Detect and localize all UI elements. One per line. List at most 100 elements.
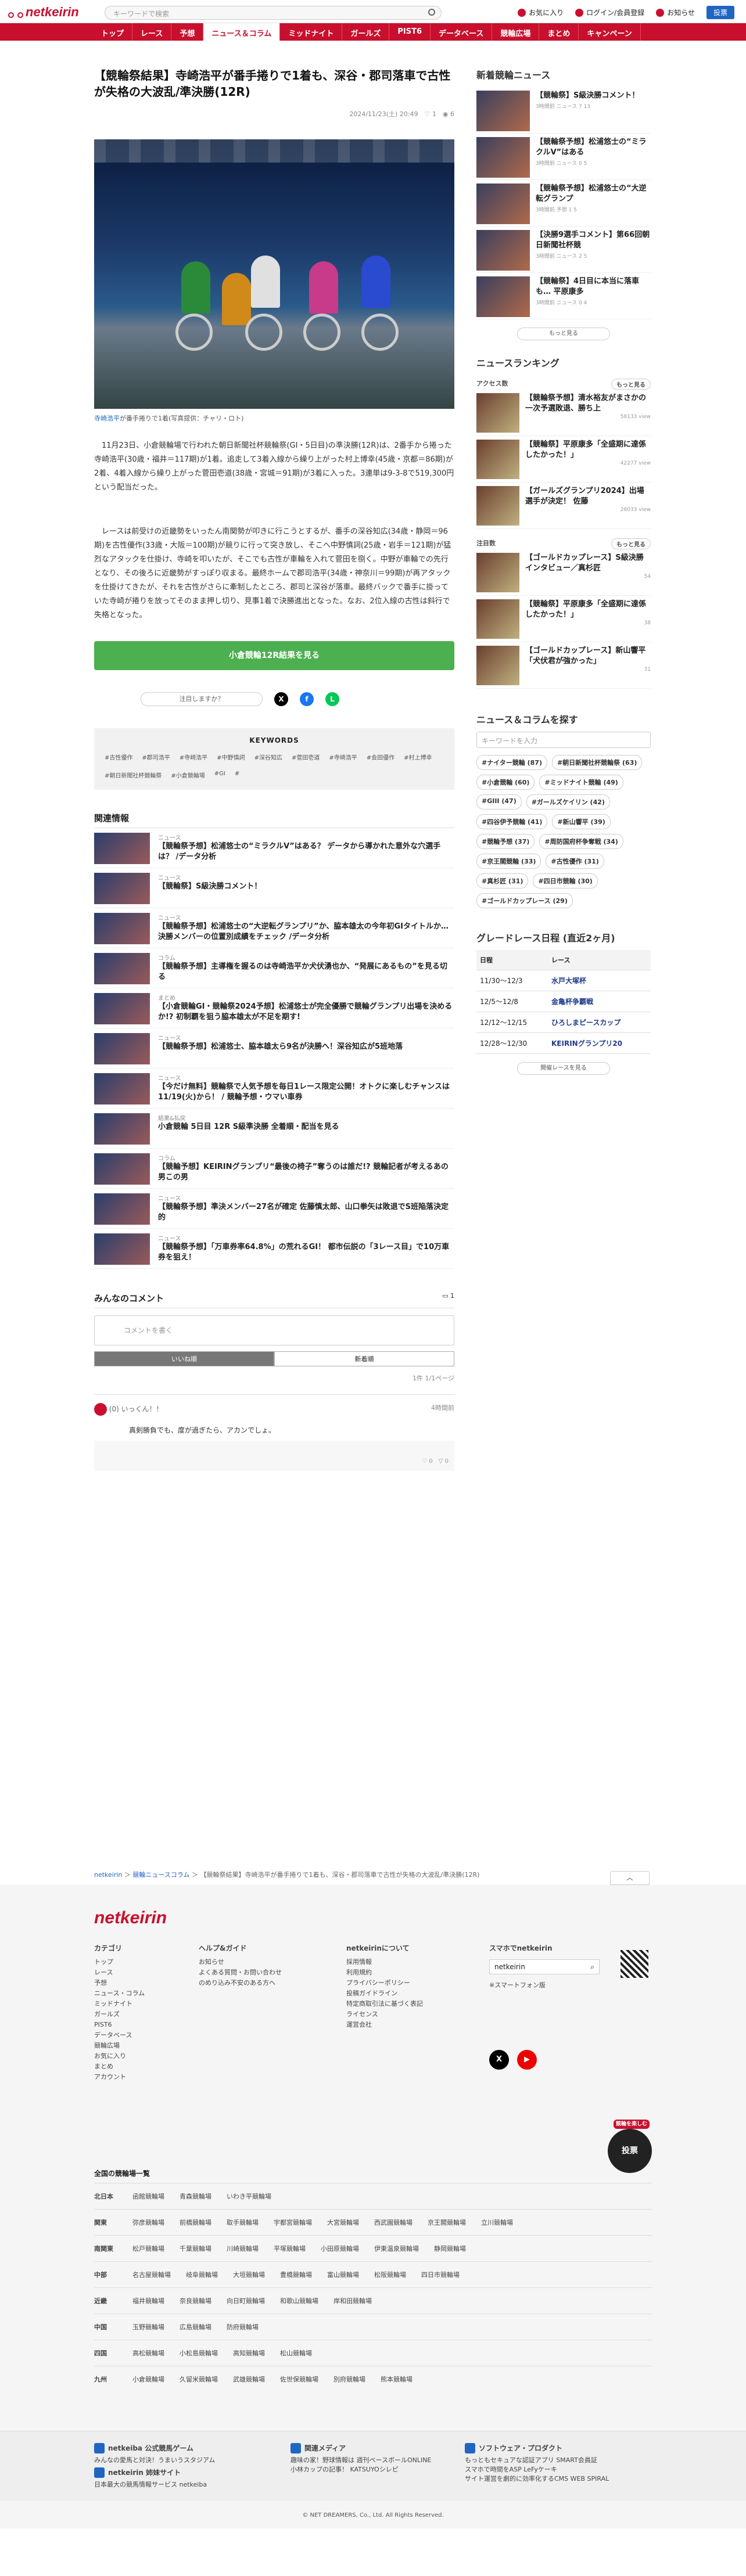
tag-chip[interactable]: #朝日新聞社杯競輪祭 (63) [551, 755, 643, 770]
related-title[interactable]: 【競輪祭予想】準決メンバー27名が確定 佐藤慎太郎、山口拳矢は敗退でS班陥落決定… [158, 1202, 454, 1223]
x-icon[interactable]: X [489, 2050, 509, 2070]
venue-link[interactable]: 広島競輪場 [180, 2322, 211, 2332]
venue-link[interactable]: 西武園競輪場 [374, 2218, 413, 2227]
keyword-tag[interactable]: #朝日新聞社杯競輪祭 [105, 771, 162, 779]
grade-race[interactable]: ひろしまピースカップ [548, 1012, 651, 1033]
line-share-icon[interactable]: L [325, 692, 339, 706]
news-item[interactable]: 【競輪祭予想】松浦悠士の“大逆転グランプ 3時間前 予想 1 5 [476, 180, 651, 226]
venue-link[interactable]: 函館競輪場 [132, 2192, 164, 2201]
related-title[interactable]: 【競輪祭予想】主導権を握るのは寺崎浩平か犬伏湧也か、“発展にあるもの”を見る切る [158, 962, 454, 983]
venue-link[interactable]: 和歌山競輪場 [280, 2296, 318, 2305]
news-title[interactable]: 【競輪祭予想】松浦悠士の“ミラクルV”はある [536, 137, 651, 158]
venue-link[interactable]: 佐世保競輪場 [280, 2374, 318, 2384]
news-title[interactable]: 【競輪祭】4日目に本当に落車も… 平原康多 [536, 276, 651, 297]
nav-item[interactable]: ガールズ [342, 23, 390, 41]
related-item[interactable]: コラム 【競輪祭予想】主導権を握るのは寺崎浩平か犬伏湧也か、“発展にあるもの”を見… [94, 948, 454, 988]
bad-icon[interactable]: ▽ [439, 1458, 443, 1465]
ranking-item[interactable]: 【競輪祭予想】清水裕友がまさかの一次予選敗退、勝ち上 58133 view [476, 390, 651, 436]
keyword-tag[interactable]: #会田優作 [367, 753, 394, 761]
footer-link[interactable]: お知らせ [199, 1957, 282, 1967]
venue-link[interactable]: 富山競輪場 [327, 2270, 359, 2279]
footer-link[interactable]: プライバシーポリシー [346, 1978, 423, 1988]
venue-link[interactable]: 武雄競輪場 [233, 2374, 265, 2384]
footer-logo[interactable]: netkeirin [94, 1908, 167, 1928]
venue-link[interactable]: 静岡競輪場 [434, 2244, 466, 2253]
footer-link[interactable]: 特定商取引法に基づく表記 [346, 1999, 423, 2009]
keyword-tag[interactable]: #菅田壱道 [292, 753, 320, 761]
footer-link[interactable]: よくある質問・お問い合わせ [199, 1967, 282, 1978]
ranking-item[interactable]: 【ゴールドカップレース】S級決勝インタビュー／真杉匠 54 [476, 549, 651, 596]
venue-link[interactable]: 取手競輪場 [227, 2218, 259, 2227]
related-item[interactable]: ニュース 【今だけ無料】競輪祭で人気予想を毎日1レース限定公開！オトクに楽しむチャ… [94, 1068, 454, 1109]
x-share-icon[interactable]: X [274, 692, 288, 706]
related-item[interactable]: ニュース 【競輪祭予想】松浦悠士、脇本雄太ら9名が決勝へ！深谷知広が5班地落 [94, 1028, 454, 1068]
related-title[interactable]: 【競輪祭予想】「万車券率64.8%」の荒れるGI！ 都市伝説の「3レース目」で1… [158, 1242, 454, 1263]
grade-race[interactable]: KEIRINグランプリ20 [548, 1032, 651, 1054]
venue-link[interactable]: 京王閣競輪場 [428, 2218, 466, 2227]
vote-fab[interactable]: 競輪を楽しむ 投票 [608, 2120, 652, 2173]
app-search-input[interactable]: netkeirin ⌕ [489, 1959, 600, 1974]
nav-item[interactable]: 競輪広場 [492, 23, 540, 41]
related-item[interactable]: ニュース 【競輪祭予想】「万車券率64.8%」の荒れるGI！ 都市伝説の「3レース… [94, 1229, 454, 1269]
venue-link[interactable]: 高知競輪場 [233, 2348, 265, 2358]
related-item[interactable]: コラム 【競輪予想】KEIRINグランプリ“最後の椅子”奪うのは誰だ!? 競輪記者… [94, 1149, 454, 1189]
venue-link[interactable]: 川崎競輪場 [227, 2244, 259, 2253]
comment-input[interactable]: コメントを書く [94, 1315, 454, 1345]
vote-button[interactable]: 投票 [706, 6, 734, 19]
keyword-tag[interactable]: #寺崎浩平 [180, 753, 207, 761]
ranking-item[interactable]: 【競輪祭】平原康多「全盛期に達係したかった！」 38 [476, 596, 651, 642]
venue-link[interactable]: 名古屋競輪場 [132, 2270, 171, 2279]
keyword-tag[interactable]: #古性優作 [105, 753, 132, 761]
grade-row[interactable]: 12/12〜12/15 ひろしまピースカップ [476, 1012, 651, 1033]
nav-item[interactable]: ニュース＆コラム [203, 23, 281, 41]
related-item[interactable]: ニュース 【競輪祭予想】松浦悠士の“ミラクルV”はある？ データから導かれた意外な… [94, 828, 454, 868]
nav-item[interactable]: キャンペーン [579, 23, 641, 41]
ranking-title[interactable]: 【ゴールドカップレース】新山響平「犬伏君が強かった」 [525, 646, 651, 667]
keyword-tag[interactable]: #GI [214, 771, 225, 779]
related-title[interactable]: 【小倉競輪GI・競輪祭2024予想】松浦悠士が完全優勝で競輪グランプリ出場を決め… [158, 1002, 454, 1023]
related-item[interactable]: 結果&払戻 小倉競輪 5日目 12R S級準決勝 全着順・配当を見る [94, 1109, 454, 1149]
race-result-button[interactable]: 小倉競輪12R結果を見る [94, 641, 454, 670]
related-title[interactable]: 【競輪祭予想】松浦悠士の“大逆転グランプリ”か、脇本雄太の今年初GIタイトルか…… [158, 922, 454, 942]
footer-link[interactable]: お気に入り [94, 2051, 145, 2061]
grade-race[interactable]: 水戸大塚杯 [548, 970, 651, 991]
related-title[interactable]: 【今だけ無料】競輪祭で人気予想を毎日1レース限定公開！オトクに楽しむチャンスは1… [158, 1082, 454, 1103]
footer-link[interactable]: 投稿ガイドライン [346, 1988, 423, 1999]
tag-chip[interactable]: #新山響平 (39) [552, 814, 611, 829]
related-title[interactable]: 【競輪祭予想】松浦悠士の“ミラクルV”はある？ データから導かれた意外な穴選手は… [158, 841, 454, 862]
venue-link[interactable]: 伊東温泉競輪場 [374, 2244, 419, 2253]
venue-link[interactable]: 小倉競輪場 [132, 2374, 164, 2384]
venue-link[interactable]: 大宮競輪場 [327, 2218, 359, 2227]
venue-link[interactable]: 福井競輪場 [132, 2296, 164, 2305]
keyword-tag[interactable]: #小倉競輪場 [171, 771, 205, 779]
venue-link[interactable]: 立川競輪場 [481, 2218, 513, 2227]
scroll-top-button[interactable]: ︿ [610, 1871, 650, 1885]
more-attention-button[interactable]: もっと見る [611, 538, 651, 549]
service-link[interactable]: 小林カップの記事！ KATSUYOシレピ [290, 2465, 431, 2474]
tag-chip[interactable]: #競輪予想 (37) [476, 834, 535, 849]
tag-chip[interactable]: #ガールズケイリン (42) [526, 794, 610, 810]
news-title[interactable]: 【競輪祭予想】松浦悠士の“大逆転グランプ [536, 184, 651, 204]
venue-link[interactable]: いわき平競輪場 [227, 2192, 271, 2201]
tag-chip[interactable]: #ゴールドカップレース (29) [476, 893, 573, 908]
keyword-tag[interactable]: #郡司浩平 [142, 753, 170, 761]
notify-link[interactable]: お知らせ [656, 8, 695, 17]
more-news-button[interactable]: もっと見る [517, 328, 610, 340]
related-item[interactable]: ニュース 【競輪祭予想】準決メンバー27名が確定 佐藤慎太郎、山口拳矢は敗退でS班… [94, 1189, 454, 1229]
login-link[interactable]: ログイン/会員登録 [575, 8, 644, 17]
nav-item[interactable]: 予想 [171, 23, 204, 41]
footer-link[interactable]: ミッドナイト [94, 1999, 145, 2009]
ranking-item[interactable]: 【ガールズグランプリ2024】出場選手が決定！ 佐藤 28033 view [476, 483, 651, 529]
like-icon[interactable]: ♡ [425, 110, 431, 118]
grade-row[interactable]: 12/5〜12/8 金亀杯争覇戦 [476, 991, 651, 1012]
venue-link[interactable]: 松戸競輪場 [132, 2244, 164, 2253]
news-search-input[interactable]: キーワードを入力 [476, 732, 651, 748]
service-link[interactable]: もっともセキュアな認証アプリ SMART会員証 [465, 2456, 609, 2465]
tag-chip[interactable]: #真杉匠 (31) [476, 873, 529, 888]
footer-link[interactable]: 競輪広場 [94, 2041, 145, 2051]
nav-item[interactable]: PIST6 [389, 23, 431, 41]
venue-link[interactable]: 青森競輪場 [180, 2192, 211, 2201]
favorites-link[interactable]: お気に入り [518, 8, 564, 17]
footer-link[interactable]: レース [94, 1967, 145, 1978]
grade-more-button[interactable]: 開催レースを見る [517, 1062, 610, 1075]
